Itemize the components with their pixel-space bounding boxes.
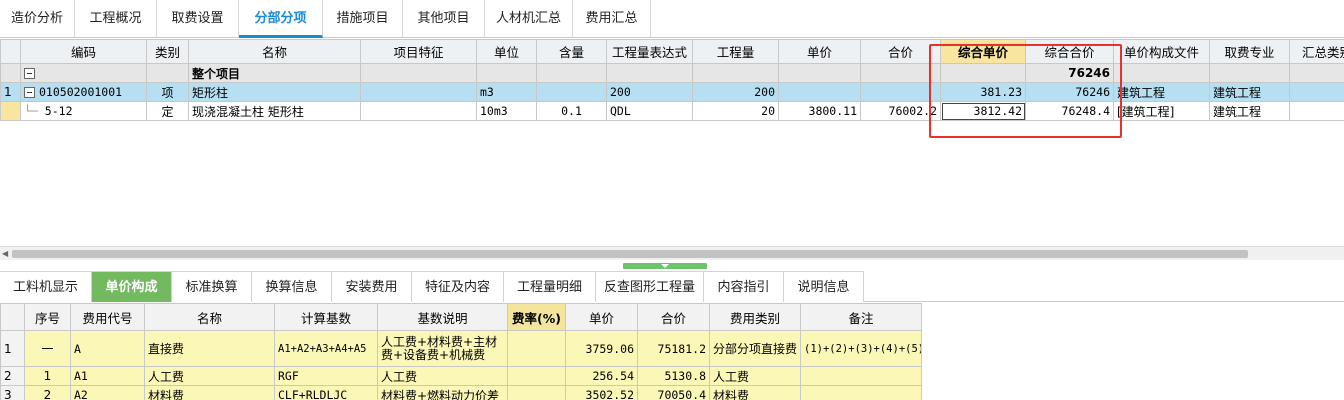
col-unit-price[interactable]: 单价: [565, 303, 638, 331]
bottom-tab-9[interactable]: 说明信息: [784, 271, 864, 302]
collapse-icon[interactable]: [24, 87, 35, 98]
col-fee-code[interactable]: 费用代号: [70, 303, 145, 331]
col-seq[interactable]: 序号: [24, 303, 71, 331]
bottom-tab-bar: 工料机显示 单价构成 标准换算 换算信息 安装费用 特征及内容 工程量明细 反查图形工程量 内容…: [0, 271, 1344, 302]
col-price-file[interactable]: 单价构成文件: [1113, 39, 1210, 64]
panel-splitter[interactable]: [623, 263, 707, 269]
tab-6[interactable]: 人材机汇总: [485, 0, 573, 38]
total-label: 整个项目: [188, 63, 361, 83]
col-rate[interactable]: 费率(%): [507, 303, 566, 331]
horizontal-scrollbar[interactable]: ◀: [0, 246, 1344, 260]
bottom-tab-5[interactable]: 特征及内容: [412, 271, 504, 302]
item-grid: 编码 类别 名称 项目特征 单位 含量 工程量表达式 工程量 单价 合价 综合单…: [0, 39, 1344, 121]
tab-7[interactable]: 费用汇总: [573, 0, 651, 38]
bottom-tab-4[interactable]: 安装费用: [332, 271, 412, 302]
bottom-tab-1[interactable]: 单价构成: [92, 271, 172, 302]
bottom-tab-7[interactable]: 反查图形工程量: [596, 271, 704, 302]
item-grid-header: 编码 类别 名称 项目特征 单位 含量 工程量表达式 工程量 单价 合价 综合单…: [0, 39, 1344, 64]
col-fee-name[interactable]: 名称: [144, 303, 275, 331]
col-name[interactable]: 名称: [188, 39, 361, 64]
col-qty[interactable]: 工程量: [692, 39, 779, 64]
col-price[interactable]: 单价: [778, 39, 861, 64]
table-row[interactable]: 1 一 A 直接费 A1+A2+A3+A4+A5 人工费+材料费+主材费+设备费…: [0, 330, 922, 367]
price-composition-grid: 序号 费用代号 名称 计算基数 基数说明 费率(%) 单价 合价 费用类别 备注…: [0, 303, 922, 400]
collapse-icon[interactable]: [24, 68, 35, 79]
col-note[interactable]: 备注: [800, 303, 922, 331]
col-base-desc[interactable]: 基数说明: [377, 303, 508, 331]
bottom-tab-2[interactable]: 标准换算: [172, 271, 252, 302]
price-grid-header: 序号 费用代号 名称 计算基数 基数说明 费率(%) 单价 合价 费用类别 备注: [0, 303, 922, 331]
col-base[interactable]: 计算基数: [274, 303, 378, 331]
col-code[interactable]: 编码: [20, 39, 147, 64]
col-type[interactable]: 类别: [146, 39, 189, 64]
col-unit[interactable]: 单位: [476, 39, 537, 64]
tab-4[interactable]: 措施项目: [323, 0, 403, 38]
bottom-tab-0[interactable]: 工料机显示: [0, 271, 92, 302]
tab-0[interactable]: 造价分析: [0, 0, 75, 38]
scroll-left-icon[interactable]: ◀: [2, 249, 8, 258]
bottom-tab-8[interactable]: 内容指引: [704, 271, 784, 302]
total-row[interactable]: 整个项目 76246: [0, 63, 1344, 83]
scrollbar-thumb[interactable]: [12, 250, 1248, 258]
bottom-tab-3[interactable]: 换算信息: [252, 271, 332, 302]
top-tab-bar: 造价分析 工程概况 取费设置 分部分项 措施项目 其他项目 人材机汇总 费用汇总: [0, 0, 1344, 38]
table-row[interactable]: 3 2 A2 材料费 CLF+RLDLJC 材料费+燃料动力价差 3502.52…: [0, 385, 922, 400]
col-feature[interactable]: 项目特征: [360, 39, 477, 64]
col-expr[interactable]: 工程量表达式: [606, 39, 693, 64]
tab-5[interactable]: 其他项目: [403, 0, 485, 38]
table-row[interactable]: 1 010502001001 项 矩形柱 m3 200 200 381.23 7…: [0, 82, 1344, 102]
tab-3[interactable]: 分部分项: [239, 0, 323, 38]
col-amount[interactable]: 合价: [860, 39, 941, 64]
col-comp-price[interactable]: 综合单价: [940, 39, 1026, 64]
col-rownum: [0, 39, 21, 64]
table-row[interactable]: 2 1 A1 人工费 RGF 人工费 256.54 5130.8 人工费: [0, 366, 922, 386]
col-total[interactable]: 合价: [637, 303, 710, 331]
col-comp-amount[interactable]: 综合合价: [1025, 39, 1114, 64]
col-fee-major[interactable]: 取费专业: [1209, 39, 1290, 64]
tab-2[interactable]: 取费设置: [157, 0, 239, 38]
table-row[interactable]: └─ 5-12 定 现浇混凝土柱 矩形柱 10m3 0.1 QDL 20 380…: [0, 101, 1344, 121]
col-fee-cat[interactable]: 费用类别: [709, 303, 801, 331]
total-value: 76246: [1025, 63, 1114, 83]
bottom-tab-6[interactable]: 工程量明细: [504, 271, 596, 302]
col-summary-cat[interactable]: 汇总类别: [1289, 39, 1344, 64]
tab-1[interactable]: 工程概况: [75, 0, 157, 38]
col-content[interactable]: 含量: [536, 39, 607, 64]
